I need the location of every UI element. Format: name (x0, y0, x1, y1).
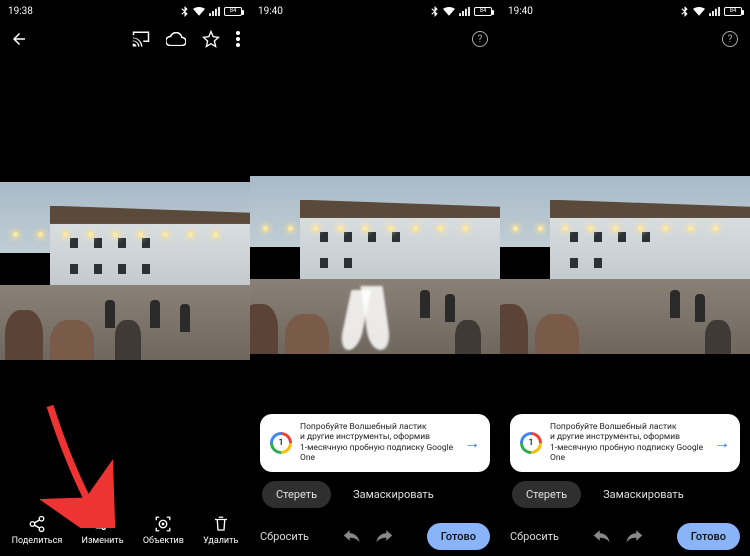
edit-bottom-bar: Сбросить Готово (500, 523, 750, 550)
battery-icon: 84 (224, 7, 242, 16)
editor-topbar: ? (250, 22, 500, 56)
share-button[interactable]: Поделиться (12, 515, 63, 546)
help-icon[interactable]: ? (472, 31, 488, 47)
done-button[interactable]: Готово (677, 523, 740, 550)
back-icon[interactable] (10, 30, 28, 48)
google-one-icon: 1 (270, 432, 292, 454)
viewer-panel: 19:38 84 (0, 0, 250, 556)
arrow-right-icon: → (714, 433, 730, 453)
undo-icon[interactable] (343, 530, 361, 544)
redo-icon[interactable] (375, 530, 393, 544)
editor-panel-2: 19:40 84 ? 1 Попробуйте Волшебны (500, 0, 750, 556)
lens-icon (154, 515, 172, 533)
tool-chip-row: Стереть Замаскировать (250, 481, 500, 508)
star-icon[interactable] (202, 30, 220, 48)
wifi-icon (193, 7, 205, 16)
signal-icon (209, 7, 220, 16)
reset-button[interactable]: Сбросить (510, 530, 559, 543)
delete-button[interactable]: Удалить (203, 515, 238, 546)
promo-text: Попробуйте Волшебный ластик и другие инс… (550, 422, 706, 465)
cloud-icon[interactable] (166, 32, 186, 46)
arrow-right-icon: → (464, 433, 480, 453)
action-bar: Поделиться Изменить Объектив Удалить (0, 504, 250, 556)
share-label: Поделиться (12, 536, 63, 546)
done-button[interactable]: Готово (427, 523, 490, 550)
edit-button[interactable]: Изменить (82, 515, 124, 546)
bluetooth-icon (180, 6, 189, 17)
mask-chip[interactable]: Замаскировать (339, 481, 448, 508)
editor-panel-1: 19:40 84 ? 1 Попробуйте Вол (250, 0, 500, 556)
wifi-icon (693, 7, 705, 16)
battery-icon: 84 (474, 7, 492, 16)
signal-icon (709, 7, 720, 16)
status-bar: 19:38 84 (0, 0, 250, 22)
google-one-icon: 1 (520, 432, 542, 454)
editor-topbar: ? (500, 22, 750, 56)
edit-bottom-bar: Сбросить Готово (250, 523, 500, 550)
bluetooth-icon (430, 6, 439, 17)
undo-icon[interactable] (593, 530, 611, 544)
erase-chip[interactable]: Стереть (262, 481, 331, 508)
photo-viewer[interactable] (0, 182, 250, 360)
lens-label: Объектив (143, 536, 184, 546)
bluetooth-icon (680, 6, 689, 17)
edit-label: Изменить (82, 536, 124, 546)
photo-editor-canvas[interactable] (500, 176, 750, 354)
erase-chip[interactable]: Стереть (512, 481, 581, 508)
redo-icon[interactable] (625, 530, 643, 544)
signal-icon (459, 7, 470, 16)
share-icon (28, 515, 46, 533)
help-icon[interactable]: ? (722, 31, 738, 47)
clock: 19:40 (508, 6, 533, 17)
battery-icon: 84 (724, 7, 742, 16)
google-one-promo[interactable]: 1 Попробуйте Волшебный ластик и другие и… (260, 414, 490, 473)
clock: 19:38 (8, 6, 33, 17)
promo-text: Попробуйте Волшебный ластик и другие инс… (300, 422, 456, 465)
delete-label: Удалить (203, 536, 238, 546)
viewer-topbar (0, 22, 250, 56)
google-one-promo[interactable]: 1 Попробуйте Волшебный ластик и другие и… (510, 414, 740, 473)
lens-button[interactable]: Объектив (143, 515, 184, 546)
status-bar: 19:40 84 (250, 0, 500, 22)
photo-editor-canvas[interactable] (250, 176, 500, 354)
wifi-icon (443, 7, 455, 16)
tool-chip-row: Стереть Замаскировать (500, 481, 750, 508)
reset-button[interactable]: Сбросить (260, 530, 309, 543)
cast-icon[interactable] (132, 31, 150, 47)
mask-chip[interactable]: Замаскировать (589, 481, 698, 508)
clock: 19:40 (258, 6, 283, 17)
more-icon[interactable] (236, 31, 240, 47)
status-bar: 19:40 84 (500, 0, 750, 22)
trash-icon (212, 515, 230, 533)
edit-icon (94, 515, 112, 533)
